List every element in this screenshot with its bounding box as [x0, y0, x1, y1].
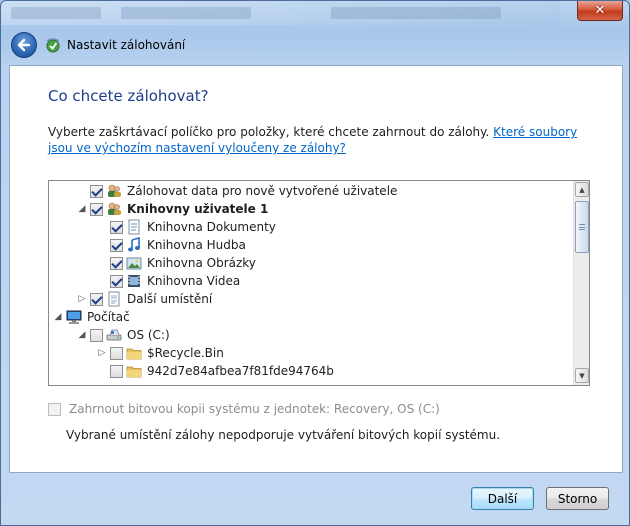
backup-items-tree: Zálohovat data pro nově vytvořené uživat… — [48, 180, 590, 386]
background-taskbar-strip — [1, 1, 561, 25]
blurred-background-item — [121, 7, 251, 19]
next-button[interactable]: Další — [471, 487, 534, 510]
tree-item-checkbox[interactable] — [110, 220, 123, 234]
collapse-icon[interactable]: ◢ — [77, 330, 87, 340]
scroll-thumb[interactable] — [575, 201, 589, 253]
scroll-down-button[interactable]: ▼ — [575, 368, 589, 383]
tree-item[interactable]: ◢ OS (C:) — [77, 326, 170, 344]
tree-item-checkbox[interactable] — [110, 256, 123, 270]
blurred-background-item — [11, 7, 101, 19]
tree-list: Zálohovat data pro nově vytvořené uživat… — [49, 181, 575, 385]
tree-item-checkbox[interactable] — [90, 328, 103, 342]
tree-item-checkbox[interactable] — [90, 184, 103, 198]
tree-item[interactable]: Knihovna Dokumenty — [97, 218, 276, 236]
navigation-bar: Nastavit zálohování — [1, 29, 629, 63]
tree-item-label: $Recycle.Bin — [147, 346, 224, 360]
window-title: Nastavit zálohování — [67, 38, 186, 52]
tree-item-label: Zálohovat data pro nově vytvořené uživat… — [127, 184, 398, 198]
tree-item-checkbox[interactable] — [110, 346, 123, 360]
tree-item-label: Další umístění — [127, 292, 213, 306]
intro-text: Vyberte zaškrtávací políčko pro položky,… — [48, 124, 588, 156]
tree-item[interactable]: ◢ Knihovny uživatele 1 — [77, 200, 269, 218]
tree-item-checkbox[interactable] — [90, 292, 103, 306]
drive-icon — [106, 327, 122, 343]
back-arrow-icon — [17, 38, 31, 52]
folder-icon — [126, 345, 142, 361]
tree-item[interactable]: ▷ $Recycle.Bin — [97, 344, 224, 362]
cancel-button[interactable]: Storno — [546, 487, 609, 510]
tree-item-checkbox[interactable] — [110, 274, 123, 288]
dialog-window: ✕ Nastavit zálohování Co chcete zálohova… — [0, 0, 630, 526]
tree-item[interactable]: ▷ Další umístění — [77, 290, 212, 308]
blurred-background-item — [331, 7, 501, 19]
collapse-icon[interactable]: ◢ — [53, 312, 63, 322]
system-image-option: Zahrnout bitovou kopii systému z jednote… — [48, 402, 440, 416]
content-panel: Co chcete zálohovat? Vyberte zaškrtávací… — [9, 65, 623, 473]
vertical-scrollbar[interactable]: ▲ ▼ — [573, 181, 589, 385]
system-image-note: Vybrané umístění zálohy nepodporuje vytv… — [66, 428, 501, 442]
tree-item-label: 942d7e84afbea7f81fde94764b — [147, 364, 334, 378]
tree-item-label: Knihovna Obrázky — [147, 256, 256, 270]
tree-item[interactable]: Knihovna Videa — [97, 272, 240, 290]
tree-item[interactable]: 942d7e84afbea7f81fde94764b — [97, 362, 334, 380]
users-icon — [106, 183, 122, 199]
expand-icon[interactable]: ▷ — [97, 348, 107, 358]
close-icon: ✕ — [594, 3, 606, 18]
back-button[interactable] — [11, 32, 37, 58]
grip-icon — [579, 224, 585, 230]
folder-icon — [126, 363, 142, 379]
tree-item-label: Knihovna Dokumenty — [147, 220, 276, 234]
tree-item-checkbox[interactable] — [90, 202, 103, 216]
tree-item-label: OS (C:) — [127, 328, 170, 342]
tree-item[interactable]: ◢ Počítač — [53, 308, 130, 326]
system-image-label: Zahrnout bitovou kopii systému z jednote… — [69, 402, 440, 416]
tree-item-checkbox[interactable] — [110, 238, 123, 252]
videos-library-icon — [126, 273, 142, 289]
other-locations-icon — [106, 291, 122, 307]
tree-item-label: Počítač — [87, 310, 130, 324]
expand-icon[interactable]: ▷ — [77, 294, 87, 304]
collapse-icon[interactable]: ◢ — [77, 204, 87, 214]
music-library-icon — [126, 236, 142, 253]
tree-item-label: Knihovny uživatele 1 — [127, 202, 269, 216]
tree-item[interactable]: Zálohovat data pro nově vytvořené uživat… — [77, 182, 397, 200]
users-icon — [106, 201, 122, 217]
tree-item-checkbox[interactable] — [110, 364, 123, 378]
tree-item[interactable]: Knihovna Obrázky — [97, 254, 256, 272]
documents-library-icon — [126, 219, 142, 235]
tree-item-label: Knihovna Hudba — [147, 238, 246, 252]
intro-text-body: Vyberte zaškrtávací políčko pro položky,… — [48, 125, 494, 139]
system-image-checkbox[interactable] — [48, 402, 61, 416]
page-heading: Co chcete zálohovat? — [48, 87, 209, 105]
scroll-up-button[interactable]: ▲ — [575, 182, 589, 197]
tree-item[interactable]: Knihovna Hudba — [97, 236, 246, 254]
tree-item-label: Knihovna Videa — [147, 274, 241, 288]
computer-icon — [66, 309, 82, 325]
close-button[interactable]: ✕ — [577, 1, 623, 21]
pictures-library-icon — [126, 255, 142, 271]
backup-app-icon — [46, 38, 60, 53]
